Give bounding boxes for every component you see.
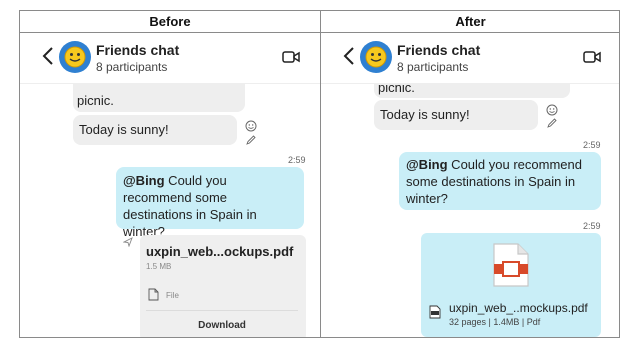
bing-mention[interactable]: @Bing xyxy=(406,157,448,172)
sent-arrow-icon xyxy=(123,237,133,247)
emoji-react-icon[interactable] xyxy=(546,104,558,116)
emoji-react-icon[interactable] xyxy=(245,120,257,132)
timestamp: 2:59 xyxy=(583,221,601,231)
file-name: uxpin_web_..mockups.pdf xyxy=(449,301,588,315)
bing-mention[interactable]: @Bing xyxy=(123,173,165,188)
pencil-icon[interactable] xyxy=(246,135,256,145)
pdf-file-icon xyxy=(493,243,529,287)
file-type-label: File xyxy=(166,291,179,300)
chevron-left-icon[interactable] xyxy=(42,46,54,66)
smiley-avatar-icon[interactable] xyxy=(360,41,392,73)
file-name: uxpin_web...ockups.pdf xyxy=(146,244,294,259)
chat-title: Friends chat xyxy=(397,42,481,58)
divider xyxy=(146,310,298,311)
after-panel: Friends chat 8 participants picnic. Toda… xyxy=(321,34,619,337)
pdf-badge-icon xyxy=(429,305,441,319)
message-text: Today is sunny! xyxy=(79,122,169,137)
file-size: 1.5 MB xyxy=(146,262,172,271)
participants-count: 8 participants xyxy=(96,60,168,74)
bing-message-bubble[interactable]: @Bing Could you recommend some destinati… xyxy=(399,152,601,210)
video-call-icon[interactable] xyxy=(282,50,300,64)
bing-message-bubble[interactable]: @Bing Could you recommend some destinati… xyxy=(116,167,304,239)
timestamp: 2:59 xyxy=(288,155,306,165)
file-meta: 32 pages | 1.4MB | Pdf xyxy=(449,317,541,327)
timestamp: 2:59 xyxy=(583,140,601,150)
before-panel: Friends chat 8 participants picnic. Toda… xyxy=(20,34,320,337)
document-icon xyxy=(148,288,159,301)
comparison-frame: Before After Friends chat 8 participants… xyxy=(19,10,620,338)
chevron-left-icon[interactable] xyxy=(343,46,355,66)
message-bubble-sunny[interactable]: Today is sunny! xyxy=(374,100,538,130)
chat-header: Friends chat 8 participants xyxy=(20,34,320,84)
smiley-avatar-icon[interactable] xyxy=(59,41,91,73)
download-button[interactable]: Download xyxy=(146,320,298,331)
after-column-header: After xyxy=(320,11,619,33)
participants-count: 8 participants xyxy=(397,60,469,74)
video-call-icon[interactable] xyxy=(583,50,601,64)
chat-title: Friends chat xyxy=(96,42,180,58)
before-column-header: Before xyxy=(20,11,320,33)
pencil-icon[interactable] xyxy=(547,118,557,128)
chat-header: Friends chat 8 participants xyxy=(321,34,619,84)
message-text: picnic. xyxy=(77,93,114,108)
message-text: Today is sunny! xyxy=(380,107,470,122)
message-bubble-sunny[interactable]: Today is sunny! xyxy=(73,115,237,145)
